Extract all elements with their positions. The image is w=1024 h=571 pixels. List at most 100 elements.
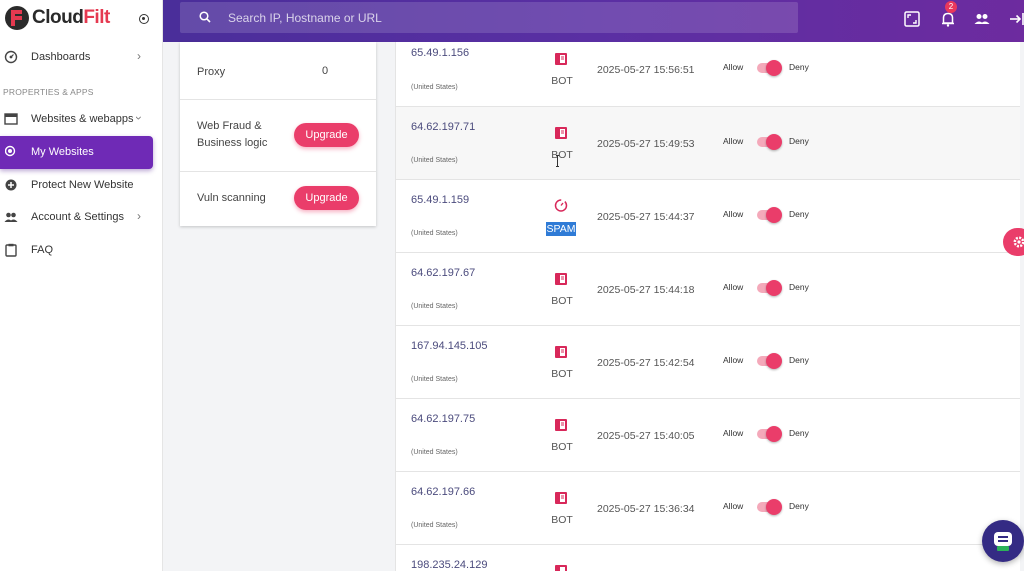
feature-label-line-1: Web Fraud & bbox=[197, 120, 262, 132]
timestamp: 2025-05-27 15:42:54 bbox=[597, 357, 695, 369]
allow-label: Allow bbox=[723, 136, 744, 146]
sidebar-item-protect-new-website[interactable]: Protect New Website bbox=[0, 170, 163, 200]
deny-label: Deny bbox=[789, 62, 809, 72]
ip-link[interactable]: 167.94.145.105 bbox=[411, 340, 487, 352]
sidebar-toggle-icon[interactable] bbox=[139, 14, 149, 24]
sidebar-item-label: Websites & webapps bbox=[31, 113, 134, 125]
request-type-label: BOT bbox=[551, 368, 573, 380]
allow-label: Allow bbox=[723, 62, 744, 72]
logo[interactable]: CloudFilt bbox=[5, 3, 110, 33]
country-label: (United States) bbox=[411, 230, 458, 237]
users-icon bbox=[4, 212, 18, 222]
bot-icon bbox=[555, 419, 567, 431]
bell-icon[interactable] bbox=[939, 10, 957, 28]
allow-label: Allow bbox=[723, 501, 744, 511]
table-row: 64.62.197.71 (United States) BOT 2025-05… bbox=[396, 107, 1020, 180]
timestamp: 2025-05-27 15:40:05 bbox=[597, 430, 695, 442]
table-row: 167.94.145.105 (United States) BOT 2025-… bbox=[396, 326, 1020, 399]
feature-card: Proxy 0 Web Fraud & Business logic Upgra… bbox=[180, 42, 376, 226]
request-type-label: BOT bbox=[551, 514, 573, 526]
request-type-label: BOT bbox=[551, 441, 573, 453]
sidebar-item-faq[interactable]: FAQ bbox=[0, 235, 163, 265]
sidebar-item-my-websites[interactable]: My Websites bbox=[0, 136, 153, 169]
allow-deny-toggle[interactable] bbox=[757, 499, 782, 515]
section-label: PROPERTIES & APPS bbox=[3, 87, 94, 97]
deny-label: Deny bbox=[789, 501, 809, 511]
sidebar-item-label: Protect New Website bbox=[31, 179, 134, 191]
request-type-label: BOT bbox=[551, 149, 573, 161]
timestamp: 2025-05-27 15:56:51 bbox=[597, 64, 695, 76]
table-row: 64.62.197.67 (United States) BOT 2025-05… bbox=[396, 253, 1020, 326]
country-label: (United States) bbox=[411, 376, 458, 383]
deny-label: Deny bbox=[789, 136, 809, 146]
country-label: (United States) bbox=[411, 157, 458, 164]
feature-label: Vuln scanning bbox=[197, 192, 266, 204]
allow-deny-toggle[interactable] bbox=[757, 134, 782, 150]
country-label: (United States) bbox=[411, 303, 458, 310]
fullscreen-icon[interactable] bbox=[903, 10, 921, 28]
allow-label: Allow bbox=[723, 428, 744, 438]
feature-row-proxy: Proxy 0 bbox=[180, 42, 376, 100]
allow-deny-toggle[interactable] bbox=[757, 60, 782, 76]
ip-link[interactable]: 64.62.197.75 bbox=[411, 413, 475, 425]
ip-link[interactable]: 64.62.197.71 bbox=[411, 121, 475, 133]
country-label: (United States) bbox=[411, 84, 458, 91]
chat-icon bbox=[994, 532, 1012, 551]
deny-label: Deny bbox=[789, 355, 809, 365]
sidebar-item-label: Dashboards bbox=[31, 51, 91, 63]
timestamp: 2025-05-27 15:36:34 bbox=[597, 503, 695, 515]
sidebar-item-label: Account & Settings bbox=[31, 211, 124, 223]
logout-icon[interactable] bbox=[1008, 10, 1024, 28]
request-type-label: BOT bbox=[551, 75, 573, 87]
allow-deny-toggle[interactable] bbox=[757, 426, 782, 442]
clipboard-icon bbox=[5, 243, 17, 257]
chat-widget-button[interactable] bbox=[982, 520, 1024, 562]
sidebar: CloudFilt Dashboards › PROPERTIES & APPS… bbox=[0, 0, 163, 571]
users-icon[interactable] bbox=[973, 10, 991, 28]
allow-label: Allow bbox=[723, 355, 744, 365]
settings-fab[interactable] bbox=[1003, 228, 1024, 256]
sidebar-item-label: My Websites bbox=[31, 146, 94, 158]
allow-deny-toggle[interactable] bbox=[757, 353, 782, 369]
upgrade-button[interactable]: Upgrade bbox=[294, 123, 359, 147]
search-bar[interactable] bbox=[180, 2, 798, 33]
spam-icon bbox=[554, 199, 568, 212]
search-icon bbox=[199, 11, 211, 23]
search-input[interactable] bbox=[228, 2, 788, 33]
feature-label-line-2: Business logic bbox=[197, 137, 268, 149]
radio-icon bbox=[5, 145, 16, 157]
deny-label: Deny bbox=[789, 428, 809, 438]
sidebar-item-account-settings[interactable]: Account & Settings › bbox=[0, 202, 163, 232]
ip-link[interactable]: 65.49.1.159 bbox=[411, 194, 469, 206]
allow-deny-toggle[interactable] bbox=[757, 207, 782, 223]
feature-label: Proxy bbox=[197, 66, 226, 78]
timestamp: 2025-05-27 15:49:53 bbox=[597, 138, 695, 150]
bot-icon bbox=[555, 273, 567, 285]
deny-label: Deny bbox=[789, 209, 809, 219]
sidebar-item-websites-webapps[interactable]: Websites & webapps › bbox=[0, 104, 163, 134]
bot-icon bbox=[555, 492, 567, 504]
bot-icon bbox=[555, 565, 567, 571]
ip-link[interactable]: 64.62.197.66 bbox=[411, 486, 475, 498]
table-row: 65.49.1.159 (United States) SPAM 2025-05… bbox=[396, 180, 1020, 253]
table-row: 64.62.197.66 (United States) BOT 2025-05… bbox=[396, 472, 1020, 545]
sidebar-item-dashboards[interactable]: Dashboards › bbox=[0, 42, 163, 72]
allow-deny-toggle[interactable] bbox=[757, 280, 782, 296]
notification-badge: 2 bbox=[945, 1, 957, 13]
logo-mark-icon bbox=[5, 6, 29, 30]
feature-value: 0 bbox=[322, 65, 329, 77]
gear-icon bbox=[1013, 236, 1024, 248]
sidebar-item-label: FAQ bbox=[31, 244, 54, 256]
top-header: 2 bbox=[163, 0, 1024, 42]
feature-row-vuln-scanning: Vuln scanning Upgrade bbox=[180, 172, 376, 226]
allow-label: Allow bbox=[723, 209, 744, 219]
chevron-right-icon: › bbox=[137, 49, 141, 63]
ip-link[interactable]: 64.62.197.67 bbox=[411, 267, 475, 279]
logo-text: CloudFilt bbox=[32, 7, 110, 28]
text-cursor-icon bbox=[556, 155, 559, 167]
upgrade-button[interactable]: Upgrade bbox=[294, 186, 359, 210]
table-row: 65.49.1.156 (United States) BOT 2025-05-… bbox=[396, 42, 1020, 107]
ip-link[interactable]: 198.235.24.129 bbox=[411, 559, 487, 571]
ip-link[interactable]: 65.49.1.156 bbox=[411, 47, 469, 59]
bot-icon bbox=[555, 127, 567, 139]
